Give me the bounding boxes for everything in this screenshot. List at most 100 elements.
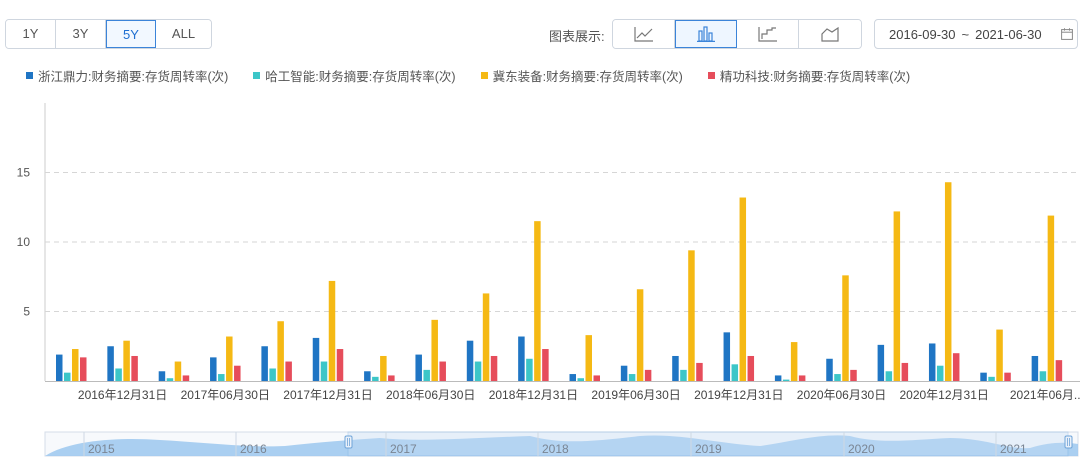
bar-series-4 [80,357,87,381]
bar-series-2 [64,372,71,381]
bar-series-3 [277,321,284,381]
bar-series-3 [482,293,490,381]
bar-series-4 [1004,372,1011,381]
bar-series-4 [747,355,755,381]
x-tick-label: 2018年12月31日 [489,388,578,402]
bar-series-3 [893,211,901,381]
bar-series-4 [901,362,909,381]
bar-series-3 [174,361,182,381]
bar-series-3 [123,340,130,381]
bar-series-2 [1039,371,1047,381]
bar-series-2 [320,361,328,381]
bar-series-2 [680,369,687,381]
bar-series-1 [210,357,217,381]
bar-series-1 [1031,355,1039,381]
bar-chart: 5 10 15 2016年12月31日 2017年06月30日 2017年12月31日 20… [17,103,1080,457]
bar-series-2 [577,378,584,381]
bar-series-2 [423,369,430,381]
bar-series-4 [336,349,344,381]
bar-series-2 [628,374,636,381]
bar-series-2 [936,365,944,381]
y-tick-label: 5 [23,305,30,319]
bar-series-4 [131,355,138,381]
bar-series-2 [269,368,276,381]
bar-series-4 [952,353,960,381]
navigator-year-label: 2021 [1000,442,1027,456]
bar-series-1 [620,365,628,381]
navigator-year-label: 2018 [542,442,569,456]
bar-series-2 [218,374,225,381]
navigator-year-label: 2019 [695,442,722,456]
navigator-year-label: 2017 [390,442,417,456]
bar-series-4 [439,361,446,381]
bar-series-1 [107,346,114,381]
bar-series-1 [415,354,422,381]
bar-series-1 [723,332,731,381]
bar-series-1 [569,374,576,381]
x-tick-label: 2016年12月31日 [78,388,167,402]
bar-series-4 [285,361,292,381]
bar-series-3 [72,349,79,381]
bar-series-1 [928,343,936,381]
bar-series-1 [261,346,268,381]
bar-series-3 [328,280,336,381]
x-tick-label: 2017年06月30日 [181,388,270,402]
bar-series-4 [696,362,703,381]
bar-series-2 [115,368,122,381]
bar-series-2 [166,378,174,381]
navigator-left-handle[interactable] [344,435,353,449]
x-tick-label: 2019年12月31日 [694,388,783,402]
x-tick-label: 2020年12月31日 [899,388,988,402]
bar-series-4 [593,375,600,381]
bar-series-3 [842,275,849,381]
bar-series-1 [518,336,525,381]
bar-series-1 [56,354,63,381]
y-tick-label: 15 [17,166,31,180]
bar-series-1 [980,372,987,381]
bar-series-1 [877,344,885,381]
navigator-right-handle[interactable] [1064,435,1073,449]
bar-series-3 [996,329,1003,381]
bar-series-3 [226,336,233,381]
bar-series-4 [1055,360,1063,381]
bar-series-4 [490,355,498,381]
bar-series-4 [388,375,395,381]
bar-series-2 [782,379,790,381]
bar-series-3 [944,182,952,381]
bar-series-1 [774,375,782,381]
bar-series-3 [585,335,592,381]
bar-series-3 [688,250,695,381]
bar-series-1 [826,358,833,381]
bar-series-1 [312,337,320,381]
bar-series-3 [431,319,438,381]
bar-series-2 [372,376,379,381]
bar-series-1 [466,340,474,381]
bar-series-4 [182,375,190,381]
x-tick-label: 2019年06月30日 [591,388,680,402]
x-tick-label: 2021年06月... [1010,388,1080,402]
bar-series-4 [542,349,549,381]
bar-series-2 [731,364,739,381]
bar-series-3 [534,221,541,381]
x-tick-label: 2018年06月30日 [386,388,475,402]
bar-series-3 [739,197,747,381]
navigator-year-label: 2020 [848,442,875,456]
navigator-year-label: 2016 [240,442,267,456]
bar-series-4 [798,375,806,381]
bar-series-3 [790,342,798,381]
bar-series-4 [234,365,241,381]
bar-series-4 [850,369,857,381]
bar-series-3 [380,355,387,381]
x-tick-label: 2017年12月31日 [283,388,372,402]
bar-series-1 [364,371,371,381]
bar-series-2 [834,374,841,381]
bar-series-2 [526,358,533,381]
bar-series-1 [672,355,679,381]
y-tick-label: 10 [17,235,31,249]
bar-series-3 [1047,215,1055,381]
bar-series-1 [158,371,166,381]
bar-series-2 [474,361,482,381]
bar-series-4 [644,369,652,381]
x-tick-label: 2020年06月30日 [797,388,886,402]
bar-series-2 [885,371,893,381]
